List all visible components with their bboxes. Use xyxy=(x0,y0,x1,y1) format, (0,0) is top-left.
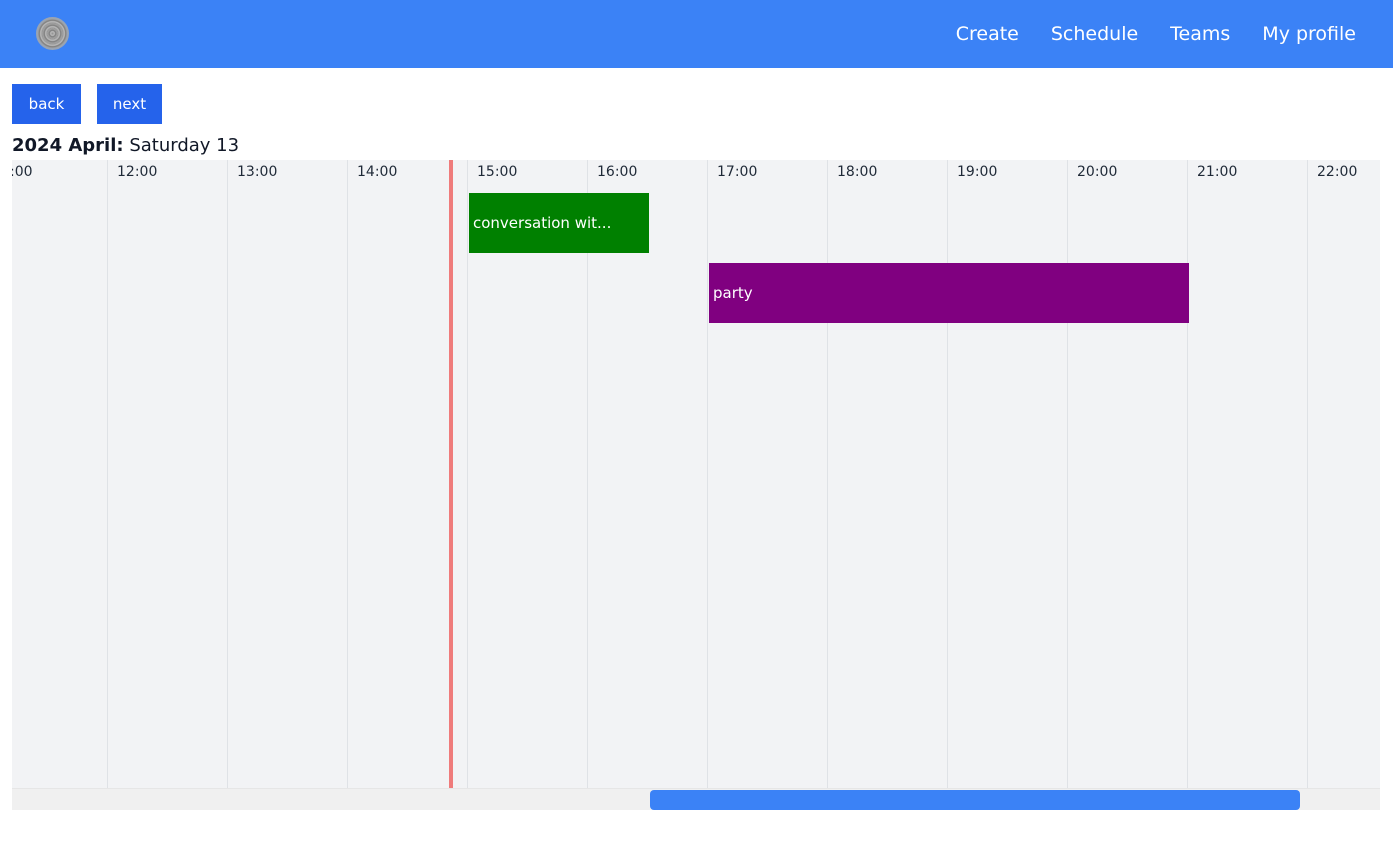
hour-gridline xyxy=(587,160,588,788)
scrollbar-thumb[interactable] xyxy=(650,790,1300,810)
hour-label: 21:00 xyxy=(1197,164,1238,180)
timeline-scrollbar[interactable] xyxy=(12,788,1380,810)
nav-my-profile-link[interactable]: My profile xyxy=(1262,23,1356,45)
back-button[interactable]: back xyxy=(12,84,81,124)
next-button[interactable]: next xyxy=(97,84,162,124)
event-block[interactable]: conversation wit... xyxy=(469,193,649,253)
hour-gridline xyxy=(107,160,108,788)
hour-gridline xyxy=(467,160,468,788)
hour-label: 19:00 xyxy=(957,164,998,180)
hour-gridline xyxy=(347,160,348,788)
app-logo-icon[interactable] xyxy=(36,17,69,50)
hour-label: 18:00 xyxy=(837,164,878,180)
nav-schedule-link[interactable]: Schedule xyxy=(1051,23,1138,45)
hour-label: 15:00 xyxy=(477,164,518,180)
hour-gridline xyxy=(827,160,828,788)
hour-gridline xyxy=(1187,160,1188,788)
event-block[interactable]: party xyxy=(709,263,1189,323)
hour-gridline xyxy=(1307,160,1308,788)
nav-teams-link[interactable]: Teams xyxy=(1170,23,1230,45)
hour-label: 16:00 xyxy=(597,164,638,180)
date-title: 2024 April: Saturday 13 xyxy=(12,135,239,156)
top-navbar: Create Schedule Teams My profile xyxy=(0,0,1393,68)
hour-label: 14:00 xyxy=(357,164,398,180)
nav-create-link[interactable]: Create xyxy=(956,23,1019,45)
hour-label: 17:00 xyxy=(717,164,758,180)
hour-label: 13:00 xyxy=(237,164,278,180)
hour-label: :00 xyxy=(12,164,33,180)
current-time-indicator xyxy=(449,160,453,788)
hour-gridline xyxy=(227,160,228,788)
date-month-label: 2024 April: xyxy=(12,135,124,156)
hour-gridline xyxy=(1067,160,1068,788)
hour-gridline xyxy=(707,160,708,788)
hour-label: 12:00 xyxy=(117,164,158,180)
date-day-label: Saturday 13 xyxy=(123,135,240,156)
hour-label: 22:00 xyxy=(1317,164,1358,180)
nav-links: Create Schedule Teams My profile xyxy=(924,0,1356,68)
hour-label: 20:00 xyxy=(1077,164,1118,180)
day-timeline[interactable]: :00 12:00 13:00 14:00 15:00 16:00 17:00 … xyxy=(12,160,1380,788)
hour-gridline xyxy=(947,160,948,788)
